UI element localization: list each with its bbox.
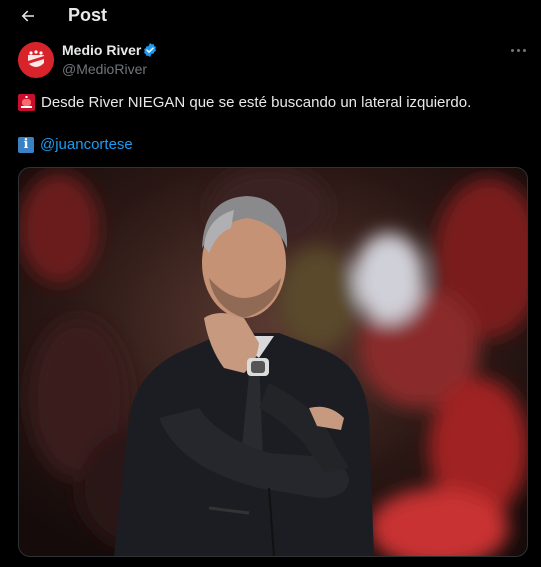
tweet-text-line: Desde River NIEGAN que se esté buscando … <box>18 94 471 111</box>
photo-coach-icon <box>19 168 527 556</box>
tweet-media-photo[interactable] <box>18 167 528 557</box>
information-icon: i <box>18 136 34 153</box>
mention-link[interactable]: @juancortese <box>40 136 133 153</box>
dot-icon <box>516 48 520 52</box>
dot-icon <box>522 48 526 52</box>
author-name[interactable]: Medio River <box>62 42 141 58</box>
avatar[interactable] <box>18 42 54 78</box>
verified-badge-icon <box>144 43 156 57</box>
page-title: Post <box>68 5 108 25</box>
tweet-mention-line: i @juancortese <box>18 136 133 153</box>
back-button[interactable] <box>14 4 42 28</box>
more-options-button[interactable] <box>506 40 530 60</box>
river-plate-crest-icon <box>18 42 54 78</box>
tweet-text: Desde River NIEGAN que se esté buscando … <box>41 94 472 111</box>
arrow-left-icon <box>21 10 34 22</box>
author-handle[interactable]: @MedioRiver <box>62 61 147 77</box>
rotating-light-icon <box>18 94 35 111</box>
post-header: Post <box>0 0 541 32</box>
dot-icon <box>510 48 514 52</box>
